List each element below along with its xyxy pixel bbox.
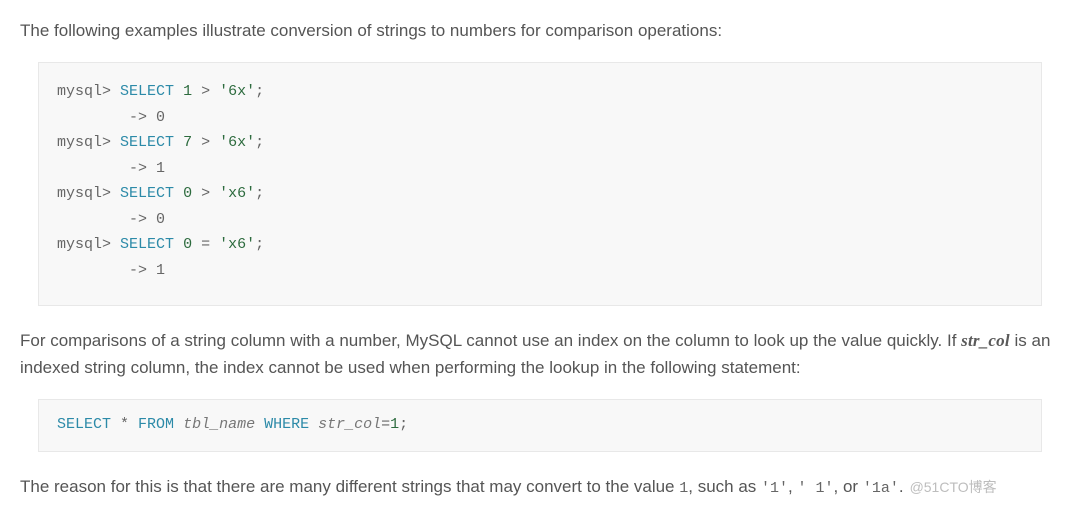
text: * [111, 416, 138, 433]
text: . [899, 477, 904, 496]
keyword-select: SELECT [120, 236, 174, 253]
result-value: 0 [156, 109, 165, 126]
semicolon: ; [255, 83, 264, 100]
prompt: mysql> [57, 185, 111, 202]
operator: > [201, 83, 210, 100]
string-literal: '6x' [219, 83, 255, 100]
result-arrow: -> [57, 262, 147, 279]
keyword-select: SELECT [120, 185, 174, 202]
identifier-table: tbl_name [183, 416, 255, 433]
inline-code-ex2: ' 1' [798, 480, 834, 497]
inline-code-ex3: '1a' [863, 480, 899, 497]
inline-code-value: 1 [679, 480, 688, 497]
literal: 1 [183, 83, 192, 100]
prompt: mysql> [57, 83, 111, 100]
result-value: 1 [156, 160, 165, 177]
string-literal: 'x6' [219, 236, 255, 253]
semicolon: ; [399, 416, 408, 433]
keyword-select: SELECT [120, 83, 174, 100]
operator: = [201, 236, 210, 253]
code-example-1: mysql> SELECT 1 > '6x'; -> 0 mysql> SELE… [38, 62, 1042, 306]
code-example-2: SELECT * FROM tbl_name WHERE str_col=1; [38, 399, 1042, 452]
text: , such as [688, 477, 761, 496]
keyword-where: WHERE [264, 416, 309, 433]
operator: > [201, 134, 210, 151]
result-arrow: -> [57, 109, 147, 126]
space [309, 416, 318, 433]
text: For comparisons of a string column with … [20, 331, 961, 350]
operator: = [381, 416, 390, 433]
string-literal: 'x6' [219, 185, 255, 202]
result-value: 1 [156, 262, 165, 279]
inline-code-str-col: str_col [961, 331, 1010, 350]
text: The reason for this is that there are ma… [20, 477, 679, 496]
watermark: @51CTO博客 [910, 479, 997, 495]
prompt: mysql> [57, 134, 111, 151]
space [255, 416, 264, 433]
identifier-col: str_col [318, 416, 381, 433]
keyword-from: FROM [138, 416, 174, 433]
result-arrow: -> [57, 160, 147, 177]
result-arrow: -> [57, 211, 147, 228]
semicolon: ; [255, 185, 264, 202]
space [174, 416, 183, 433]
result-value: 0 [156, 211, 165, 228]
literal: 0 [183, 236, 192, 253]
prompt: mysql> [57, 236, 111, 253]
inline-code-ex1: '1' [761, 480, 788, 497]
semicolon: ; [255, 134, 264, 151]
paragraph-2: For comparisons of a string column with … [20, 328, 1060, 381]
literal: 7 [183, 134, 192, 151]
string-literal: '6x' [219, 134, 255, 151]
literal: 1 [390, 416, 399, 433]
paragraph-3: The reason for this is that there are ma… [20, 474, 1060, 500]
intro-paragraph: The following examples illustrate conver… [20, 18, 1060, 44]
operator: > [201, 185, 210, 202]
keyword-select: SELECT [57, 416, 111, 433]
text: , [788, 477, 797, 496]
keyword-select: SELECT [120, 134, 174, 151]
text: , or [834, 477, 863, 496]
semicolon: ; [255, 236, 264, 253]
literal: 0 [183, 185, 192, 202]
